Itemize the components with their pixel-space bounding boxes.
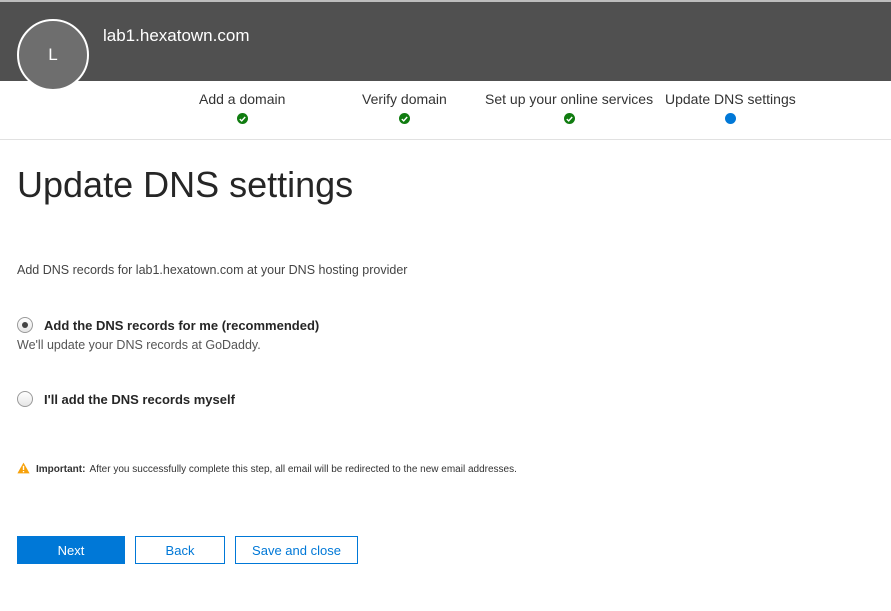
check-icon: [563, 113, 575, 124]
step-label: Verify domain: [362, 91, 447, 107]
option-label[interactable]: I'll add the DNS records myself: [44, 392, 235, 407]
wizard-steps: Add a domain Verify domain Set up your o…: [0, 81, 891, 140]
notice-strong: Important:: [36, 464, 86, 475]
option-description: We'll update your DNS records at GoDaddy…: [17, 338, 261, 352]
notice-text: After you successfully complete this ste…: [89, 464, 517, 475]
option-label[interactable]: Add the DNS records for me (recommended): [44, 318, 319, 333]
domain-name: lab1.hexatown.com: [103, 26, 250, 45]
step-verify-domain: Verify domain: [362, 91, 447, 124]
radio-button-selected[interactable]: [17, 317, 33, 333]
avatar[interactable]: L: [17, 19, 89, 91]
top-bar: lab1.hexatown.com: [0, 0, 891, 81]
step-online-services: Set up your online services: [485, 91, 653, 124]
next-button[interactable]: Next: [17, 536, 125, 564]
current-step-icon: [724, 113, 736, 124]
save-and-close-button[interactable]: Save and close: [235, 536, 358, 564]
step-add-domain: Add a domain: [199, 91, 285, 124]
intro-text: Add DNS records for lab1.hexatown.com at…: [17, 263, 408, 277]
step-label: Update DNS settings: [665, 91, 796, 107]
avatar-initial: L: [48, 45, 58, 64]
check-icon: [236, 113, 248, 124]
option-add-for-me[interactable]: Add the DNS records for me (recommended): [17, 317, 319, 333]
radio-button[interactable]: [17, 391, 33, 407]
option-add-myself[interactable]: I'll add the DNS records myself: [17, 391, 235, 407]
warning-icon: [17, 462, 30, 477]
step-update-dns: Update DNS settings: [665, 91, 796, 124]
page-title: Update DNS settings: [17, 164, 354, 205]
check-icon: [398, 113, 410, 124]
back-button[interactable]: Back: [135, 536, 225, 564]
step-label: Set up your online services: [485, 91, 654, 107]
important-notice: Important: After you successfully comple…: [17, 462, 517, 477]
step-label: Add a domain: [199, 91, 286, 107]
